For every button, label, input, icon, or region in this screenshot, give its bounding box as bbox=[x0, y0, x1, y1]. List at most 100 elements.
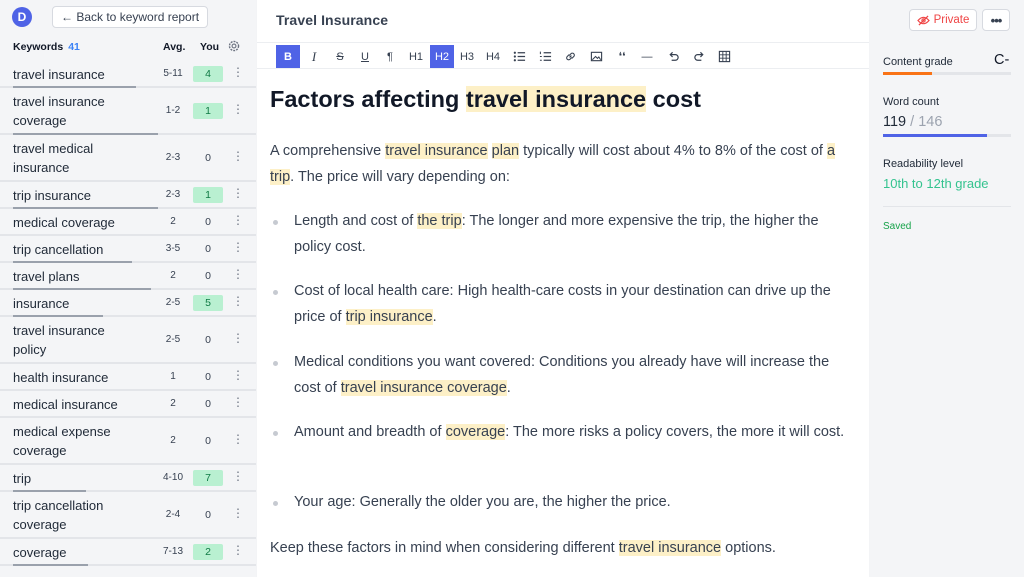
content-grade-fill bbox=[883, 72, 932, 75]
keyword-name: trip cancellation coverage bbox=[13, 498, 104, 532]
quote-button[interactable]: ❛❛ bbox=[610, 45, 634, 68]
keyword-menu-icon[interactable]: ⋮ bbox=[232, 150, 244, 162]
readability-value: 10th to 12th grade bbox=[883, 176, 989, 191]
keyword-menu-icon[interactable]: ⋮ bbox=[232, 369, 244, 381]
keyword-avg: 2-4 bbox=[165, 509, 181, 520]
numbered-list-button[interactable] bbox=[533, 45, 557, 68]
keyword-row[interactable]: medical coverage 2 0 ⋮ bbox=[0, 209, 256, 236]
keyword-avg: 2 bbox=[170, 216, 176, 227]
underline-button[interactable]: U bbox=[353, 45, 377, 68]
paragraph-button[interactable]: ¶ bbox=[378, 45, 402, 68]
keyword-menu-icon[interactable]: ⋮ bbox=[232, 66, 244, 78]
keyword-avg: 2-3 bbox=[165, 189, 181, 200]
keyword-you-count: 1 bbox=[193, 187, 223, 203]
keyword-you-count: 2 bbox=[193, 544, 223, 560]
keyword-menu-icon[interactable]: ⋮ bbox=[232, 507, 244, 519]
intro-paragraph[interactable]: A comprehensive travel insurance plan ty… bbox=[270, 139, 850, 190]
private-button[interactable]: Private bbox=[909, 9, 977, 31]
keyword-name: trip cancellation bbox=[13, 242, 104, 257]
keyword-avg: 2-3 bbox=[165, 152, 181, 163]
italic-button[interactable]: I bbox=[302, 45, 326, 68]
keyword-menu-icon[interactable]: ⋮ bbox=[232, 214, 244, 226]
keyword-menu-icon[interactable]: ⋮ bbox=[232, 470, 244, 482]
undo-icon bbox=[667, 50, 680, 63]
keyword-highlight: the trip bbox=[417, 213, 462, 229]
document-content[interactable]: Factors affecting travel insurance cost … bbox=[270, 82, 850, 556]
h2-button[interactable]: H2 bbox=[430, 45, 454, 68]
more-options-button[interactable]: ••• bbox=[982, 9, 1010, 31]
keyword-you-count: 5 bbox=[193, 295, 223, 311]
bullet-item[interactable]: Medical conditions you want covered: Con… bbox=[294, 350, 850, 401]
link-button[interactable] bbox=[558, 45, 582, 68]
bullet-item[interactable]: Length and cost of the trip: The longer … bbox=[294, 209, 850, 260]
gear-icon[interactable] bbox=[227, 39, 241, 53]
bullet-item[interactable]: Amount and breadth of coverage: The more… bbox=[294, 420, 850, 446]
image-button[interactable] bbox=[584, 45, 608, 68]
divider-button[interactable]: — bbox=[635, 45, 659, 68]
undo-button[interactable] bbox=[661, 45, 685, 68]
keyword-row[interactable]: travel plans 2 0 ⋮ bbox=[0, 263, 256, 290]
redo-button[interactable] bbox=[687, 45, 711, 68]
keyword-you-count: 0 bbox=[205, 435, 211, 447]
strikethrough-button[interactable]: S bbox=[328, 45, 352, 68]
keyword-row[interactable]: travel insurance coverage 1-2 1 ⋮ bbox=[0, 88, 256, 135]
avg-column-header: Avg. bbox=[163, 41, 186, 53]
keyword-avg: 5-11 bbox=[163, 68, 183, 79]
keyword-row[interactable]: travel medical insurance 2-3 0 ⋮ bbox=[0, 135, 256, 182]
back-to-report-button[interactable]: ← Back to keyword report bbox=[52, 6, 209, 28]
keyword-row[interactable]: trip cancellation 3-5 0 ⋮ bbox=[0, 236, 256, 263]
content-grade-value: C- bbox=[994, 52, 1010, 68]
keyword-name: insurance bbox=[13, 296, 70, 311]
keyword-row[interactable]: health insurance 1 0 ⋮ bbox=[0, 364, 256, 391]
keyword-avg: 3-5 bbox=[165, 243, 181, 254]
table-button[interactable] bbox=[712, 45, 736, 68]
bold-button[interactable]: B bbox=[276, 45, 300, 68]
formatting-toolbar: B I S U ¶ H1 H2 H3 H4 ❛❛ — bbox=[257, 42, 869, 69]
save-status: Saved bbox=[883, 221, 912, 232]
keyword-menu-icon[interactable]: ⋮ bbox=[232, 396, 244, 408]
keyword-row[interactable]: travel insurance 5-11 4 ⋮ bbox=[0, 61, 256, 88]
bullet-item[interactable]: Your age: Generally the older you are, t… bbox=[294, 490, 850, 516]
word-count-label: Word count bbox=[883, 96, 940, 108]
eye-off-icon bbox=[916, 14, 930, 26]
keyword-row[interactable]: trip cancellation coverage 2-4 0 ⋮ bbox=[0, 492, 256, 539]
keyword-menu-icon[interactable]: ⋮ bbox=[232, 544, 244, 556]
keywords-count: 41 bbox=[68, 41, 80, 53]
keyword-menu-icon[interactable]: ⋮ bbox=[232, 187, 244, 199]
keyword-row[interactable]: medical insurance 2 0 ⋮ bbox=[0, 391, 256, 418]
private-label: Private bbox=[933, 14, 970, 26]
bullet-dot bbox=[273, 220, 278, 225]
keyword-row[interactable]: trip 4-10 7 ⋮ bbox=[0, 465, 256, 492]
keyword-menu-icon[interactable]: ⋮ bbox=[232, 332, 244, 344]
keyword-avg: 2 bbox=[170, 435, 176, 446]
keyword-menu-icon[interactable]: ⋮ bbox=[232, 433, 244, 445]
keyword-menu-icon[interactable]: ⋮ bbox=[232, 241, 244, 253]
h1-button[interactable]: H1 bbox=[404, 45, 428, 68]
keyword-row[interactable]: travel insurance policy 2-5 0 ⋮ bbox=[0, 317, 256, 364]
keyword-row[interactable]: medical expense coverage 2 0 ⋮ bbox=[0, 418, 256, 465]
bullet-dot bbox=[273, 361, 278, 366]
keyword-avg: 1-2 bbox=[165, 105, 181, 116]
content-heading[interactable]: Factors affecting travel insurance cost bbox=[270, 82, 850, 116]
keyword-row[interactable]: insurance 2-5 5 ⋮ bbox=[0, 290, 256, 317]
app-logo[interactable]: D bbox=[12, 7, 32, 27]
outro-paragraph[interactable]: Keep these factors in mind when consider… bbox=[270, 536, 850, 562]
keywords-header: Keywords 41 Avg. You bbox=[0, 34, 256, 60]
you-column-header: You bbox=[200, 41, 220, 53]
keyword-name: health insurance bbox=[13, 370, 109, 385]
numbered-list-icon bbox=[539, 50, 552, 63]
keyword-you-count: 0 bbox=[205, 152, 211, 164]
keyword-highlight: travel insurance bbox=[465, 86, 647, 112]
keyword-menu-icon[interactable]: ⋮ bbox=[232, 268, 244, 280]
keyword-menu-icon[interactable]: ⋮ bbox=[232, 295, 244, 307]
h3-button[interactable]: H3 bbox=[455, 45, 479, 68]
keyword-row[interactable]: coverage 7-13 2 ⋮ bbox=[0, 539, 256, 566]
h4-button[interactable]: H4 bbox=[481, 45, 505, 68]
keyword-row[interactable]: trip insurance 2-3 1 ⋮ bbox=[0, 182, 256, 209]
document-title[interactable]: Travel Insurance bbox=[276, 12, 388, 28]
keyword-you-count: 0 bbox=[205, 371, 211, 383]
bullet-list-button[interactable] bbox=[507, 45, 531, 68]
bullet-item[interactable]: Cost of local health care: High health-c… bbox=[294, 279, 850, 330]
panel-divider bbox=[883, 206, 1011, 207]
keyword-menu-icon[interactable]: ⋮ bbox=[232, 103, 244, 115]
